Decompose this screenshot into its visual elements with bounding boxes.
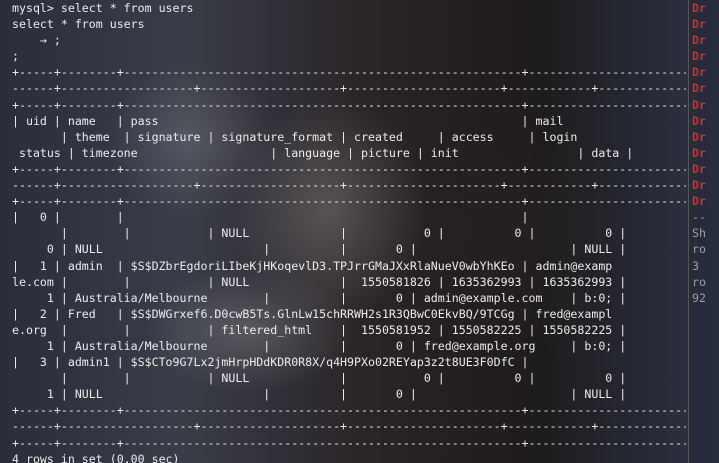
terminal-line: | | | NULL | 0 | 0 | 0 | [12,371,627,386]
side-pane-line: Dr [692,129,706,144]
terminal-line: +-----+--------+------------------------… [12,403,686,418]
terminal-output: mysql> select * from users select * from… [0,0,686,463]
side-pane-line: Dr [692,145,706,160]
terminal-line: ; [12,49,19,64]
side-pane-line: Dr [692,49,706,64]
side-pane-line: 3 [692,258,699,273]
side-pane-line: Dr [692,1,706,15]
terminal-line: | 2 | Fred | $S$DWGrxef6.D0cwB5Ts.GlnLw1… [12,306,613,321]
side-pane-line: Dr [692,65,706,80]
terminal-line: +-----+--------+------------------------… [12,65,686,80]
side-pane-line: Dr [692,81,706,96]
terminal-line: 1 | Australia/Melbourne | | 0 | admin@ex… [12,290,627,305]
side-pane-line: Dr [692,161,706,176]
terminal-line: | | | NULL | 0 | 0 | 0 | [12,226,627,241]
terminal-line: ------+-------------------+-------------… [12,178,686,193]
side-pane-line: ro [692,274,706,289]
side-pane-output: Dr Dr Dr Dr Dr Dr Dr Dr Dr Dr Dr Dr Dr -… [688,0,719,306]
side-pane-line: ro [692,242,706,257]
terminal-line: 1 | NULL | | 0 | | NULL | [12,387,627,402]
side-pane-line: Dr [692,33,706,48]
terminal-line: 0 | NULL | | 0 | | NULL | [12,242,627,257]
terminal-line: +-----+--------+------------------------… [12,194,686,209]
terminal-line: 1 | Australia/Melbourne | | 0 | fred@exa… [12,338,627,353]
terminal-window[interactable]: mysql> select * from users select * from… [0,0,686,463]
terminal-line: mysql> select * from users [12,1,194,15]
terminal-line: | 1 | admin | $S$DZbrEgdoriLIbeKjHKoqevl… [12,258,613,273]
terminal-line: status | timezone | language | picture |… [12,145,634,160]
side-pane-line: Sh [692,226,706,241]
side-terminal-pane[interactable]: Dr Dr Dr Dr Dr Dr Dr Dr Dr Dr Dr Dr Dr -… [688,0,719,463]
side-pane-line: Dr [692,97,706,112]
terminal-line: ------+-------------------+-------------… [12,419,686,434]
terminal-line: +-----+--------+------------------------… [12,435,686,450]
terminal-line: ------+-------------------+-------------… [12,81,686,96]
terminal-line: → ; [12,33,61,48]
terminal-line: select * from users [12,17,145,32]
terminal-line: 4 rows in set (0.00 sec) [12,451,180,463]
terminal-line: +-----+--------+------------------------… [12,161,686,176]
terminal-line: e.org | | | filtered_html | 1550581952 |… [12,322,627,337]
terminal-line: | 3 | admin1 | $S$CTo9G7Lx2jmHrpHDdKDR0R… [12,355,529,370]
side-pane-line: Dr [692,113,706,128]
side-pane-line: 92 [692,290,706,305]
terminal-line: le.com | | | NULL | 1550581826 | 1635362… [12,274,627,289]
terminal-line: | theme | signature | signature_format |… [12,129,578,144]
side-pane-line: Dr [692,194,706,209]
side-pane-line: Dr [692,178,706,193]
terminal-line: +-----+--------+------------------------… [12,97,686,112]
terminal-line: | uid | name | pass | mail [12,113,564,128]
side-pane-line: -- [692,210,706,225]
pane-divider[interactable] [688,0,689,463]
side-pane-line: Dr [692,17,706,32]
terminal-line: | 0 | | | [12,210,529,225]
